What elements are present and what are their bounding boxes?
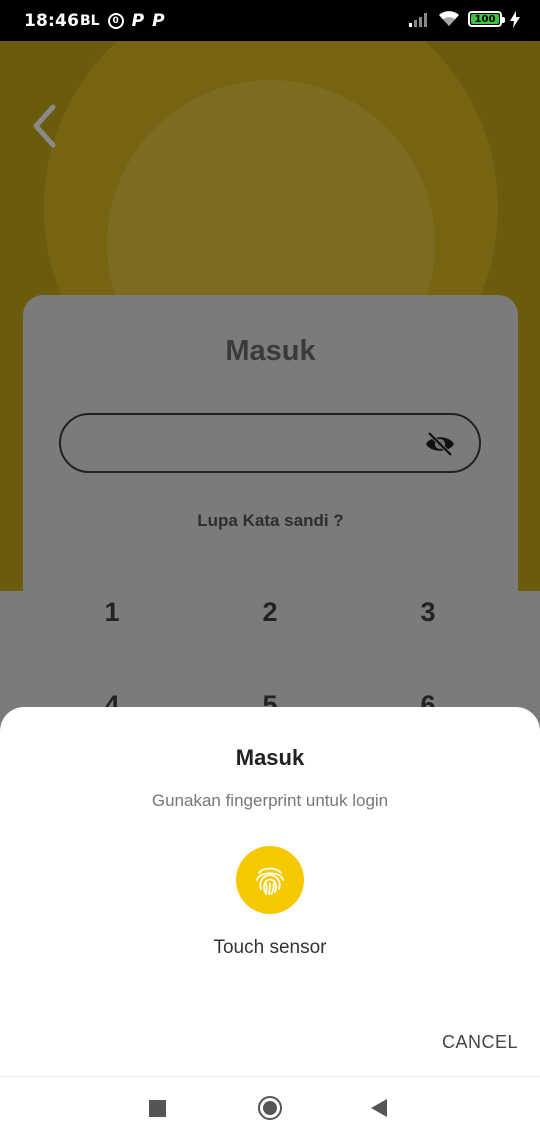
eye-off-icon[interactable] — [425, 431, 455, 457]
fingerprint-icon — [256, 867, 284, 895]
back-arrow-icon[interactable] — [28, 101, 64, 151]
forgot-password-link[interactable]: Lupa Kata sandi ? — [23, 511, 518, 531]
battery-icon: 100 — [468, 11, 505, 27]
login-title: Masuk — [225, 335, 316, 367]
fingerprint-sensor[interactable] — [236, 846, 304, 914]
dialog-subtitle: Gunakan fingerprint untuk login — [151, 791, 389, 810]
carrier-tag: BL — [80, 13, 100, 29]
charging-icon — [510, 10, 520, 28]
home-circle-icon[interactable] — [258, 1096, 282, 1120]
keypad-key-2[interactable]: 2 — [230, 597, 310, 628]
status-bar: 18:46 BL 0 P P 100 — [0, 0, 540, 41]
dialog-title: Masuk — [235, 745, 305, 770]
notification-app-icon: P — [152, 11, 165, 31]
keypad-key-1[interactable]: 1 — [72, 597, 152, 628]
battery-level: 100 — [471, 14, 499, 25]
pin-input[interactable] — [59, 413, 481, 473]
recents-square-icon[interactable] — [149, 1100, 166, 1117]
cancel-button[interactable]: CANCEL — [442, 1032, 518, 1053]
system-nav-bar — [0, 1076, 540, 1140]
notification-app-icon: P — [131, 11, 145, 31]
keypad-key-3[interactable]: 3 — [388, 597, 468, 628]
back-triangle-icon[interactable] — [370, 1098, 388, 1118]
status-time: 18:46 — [24, 11, 80, 31]
wifi-icon — [439, 11, 459, 26]
status-left-icons: BL 0 P P — [80, 11, 165, 31]
signal-icon — [409, 13, 427, 27]
data-saver-icon: 0 — [107, 13, 124, 29]
touch-sensor-label: Touch sensor — [213, 937, 327, 958]
status-right-icons: 100 — [408, 10, 520, 28]
